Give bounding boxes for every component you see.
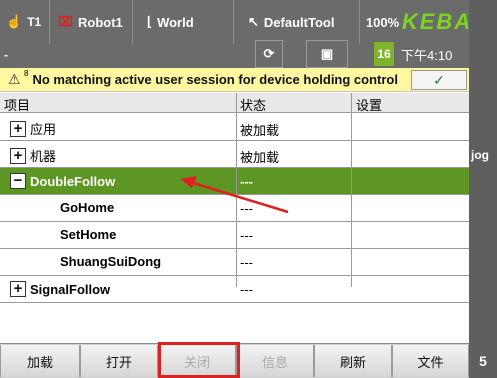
annotation-highlight [158, 342, 240, 378]
annotation-arrow [180, 176, 289, 214]
